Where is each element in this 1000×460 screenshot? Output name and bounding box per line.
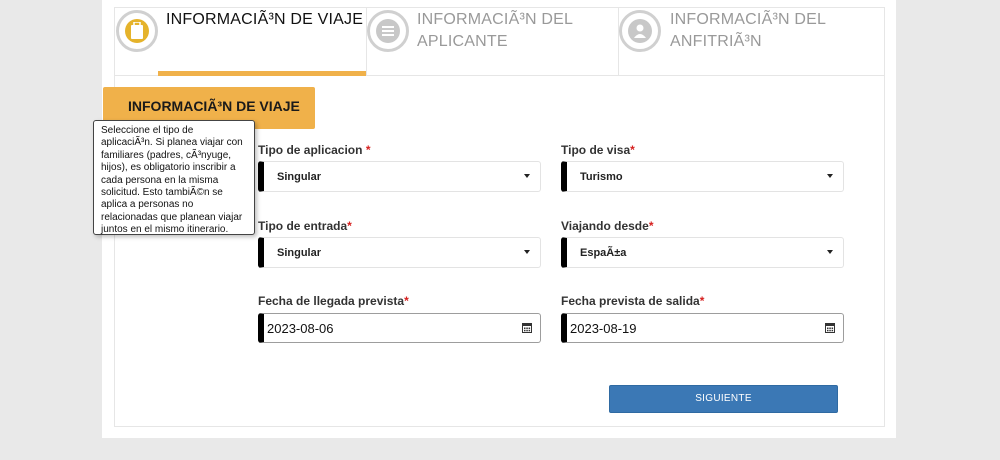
- entry-type-label: Tipo de entrada*: [258, 219, 352, 233]
- chevron-down-icon: [827, 174, 833, 178]
- visa-type-label: Tipo de visa*: [561, 143, 635, 157]
- departure-date-label: Fecha prevista de salida*: [561, 294, 705, 308]
- application-type-label: Tipo de aplicacion *: [258, 143, 371, 157]
- chevron-down-icon: [524, 250, 530, 254]
- suitcase-icon: [116, 10, 158, 52]
- departure-date-input[interactable]: 2023-08-19: [561, 313, 844, 343]
- tab-travel-info-label: INFORMACIÃ³N DE VIAJE: [166, 11, 364, 28]
- tooltip-line: relacionadas que planean viajar: [101, 211, 243, 223]
- tooltip-line: cada persona en la misma: [101, 174, 219, 186]
- application-type-tooltip: Seleccione el tipo de aplicaciÃ³n. Si pl…: [93, 120, 255, 235]
- list-icon: [367, 10, 409, 52]
- chevron-down-icon: [524, 174, 530, 178]
- tab-travel-info[interactable]: INFORMACIÃ³N DE VIAJE: [114, 7, 367, 76]
- tooltip-line: juntos en el mismo itinerario.: [101, 224, 229, 236]
- tab-host-info-label-line2: ANFITRIÃ³N: [670, 33, 762, 50]
- active-tab-indicator: [158, 71, 366, 76]
- tab-applicant-info-label-line1: INFORMACIÃ³N DEL: [417, 11, 574, 28]
- entry-type-select[interactable]: Singular: [258, 237, 541, 268]
- tooltip-line: familiares (padres, cÃ³nyuge,: [101, 149, 232, 161]
- tooltip-line: solicitud. Esto tambiÃ©n se: [101, 187, 223, 199]
- arrival-date-input[interactable]: 2023-08-06: [258, 313, 541, 343]
- tooltip-line: Seleccione el tipo de: [101, 125, 194, 136]
- visa-type-select[interactable]: Turismo: [561, 161, 844, 192]
- chevron-down-icon: [827, 250, 833, 254]
- user-icon: [619, 10, 661, 52]
- tab-applicant-info[interactable]: INFORMACIÃ³N DEL APLICANTE: [367, 7, 619, 76]
- tab-host-info[interactable]: INFORMACIÃ³N DEL ANFITRIÃ³N: [619, 7, 885, 76]
- tab-host-info-label-line1: INFORMACIÃ³N DEL: [670, 11, 827, 28]
- application-type-select[interactable]: Singular: [258, 161, 541, 192]
- next-button[interactable]: SIGUIENTE: [609, 385, 838, 413]
- tooltip-line: aplicaciÃ³n. Si planea viajar con: [101, 137, 243, 149]
- arrival-date-label: Fecha de llegada prevista*: [258, 294, 409, 308]
- calendar-icon[interactable]: [825, 322, 835, 333]
- traveling-from-select[interactable]: EspaÃ±a: [561, 237, 844, 268]
- traveling-from-label: Viajando desde*: [561, 219, 654, 233]
- tooltip-line: hijos), es obligatorio inscribir a: [101, 162, 236, 174]
- tooltip-line: aplica a personas no: [101, 199, 194, 211]
- tab-applicant-info-label-line2: APLICANTE: [417, 33, 508, 50]
- calendar-icon[interactable]: [522, 322, 532, 333]
